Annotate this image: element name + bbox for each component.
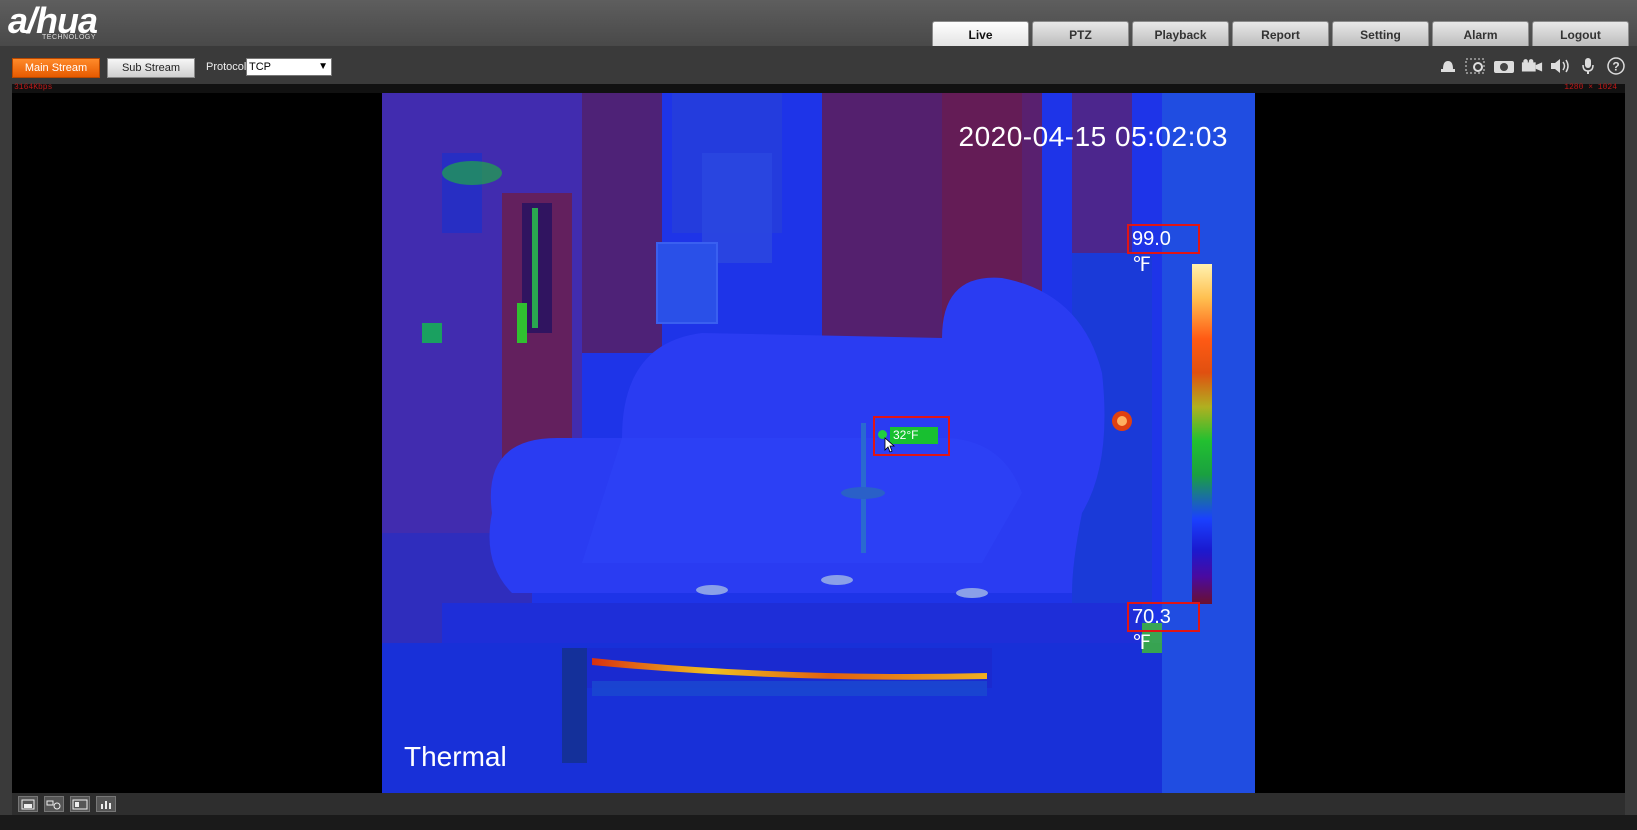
main-stream-button[interactable]: Main Stream <box>12 58 100 78</box>
spot-temp-label: 32°F <box>890 427 938 444</box>
spot-measure-marker[interactable]: 32°F <box>873 416 950 456</box>
logo-subtext: TECHNOLOGY <box>42 34 97 41</box>
tab-setting[interactable]: Setting <box>1332 21 1429 46</box>
record-icon[interactable] <box>1521 56 1543 76</box>
window-mode-icon[interactable] <box>18 796 38 812</box>
snapshot-icon[interactable] <box>1493 56 1515 76</box>
min-temp-readout: 70.3 ℉ <box>1127 602 1200 654</box>
live-toolbar: Main Stream Sub Stream Protocol TCP ▼ ? <box>0 46 1637 82</box>
svg-text:?: ? <box>1612 60 1619 74</box>
protocol-label: Protocol <box>206 61 247 73</box>
tab-logout[interactable]: Logout <box>1532 21 1629 46</box>
bitrate-readout: 3164Kbps <box>14 83 53 92</box>
image-adjust-icon[interactable] <box>70 796 90 812</box>
audio-icon[interactable] <box>1549 56 1571 76</box>
chevron-down-icon: ▼ <box>318 61 328 72</box>
microphone-icon[interactable] <box>1577 56 1599 76</box>
bottom-tool-icons <box>18 796 116 812</box>
osd-channel-name: Thermal <box>404 741 507 772</box>
dahua-logo: a/hua TECHNOLOGY <box>8 2 98 42</box>
live-tool-icons: ? <box>1437 56 1627 76</box>
tab-report[interactable]: Report <box>1232 21 1329 46</box>
thermal-video-feed[interactable]: 2020-04-15 05:02:03 Thermal 99.0 ℉ 70.3 … <box>382 93 1255 793</box>
tab-ptz[interactable]: PTZ <box>1032 21 1129 46</box>
osd-timestamp: 2020-04-15 05:02:03 <box>958 121 1228 152</box>
resolution-readout: 1280 × 1024 <box>1564 83 1617 92</box>
protocol-select[interactable]: TCP ▼ <box>246 58 332 76</box>
video-viewport: 2020-04-15 05:02:03 Thermal 99.0 ℉ 70.3 … <box>12 93 1625 793</box>
main-nav: Live PTZ Playback Report Setting Alarm L… <box>932 21 1629 46</box>
temperature-colorbar <box>1192 264 1212 604</box>
help-icon[interactable]: ? <box>1605 56 1627 76</box>
stream-stats-bar: 3164Kbps 1280 × 1024 <box>12 83 1625 93</box>
thermal-scene <box>382 93 1255 793</box>
sub-stream-button[interactable]: Sub Stream <box>107 58 195 78</box>
histogram-icon[interactable] <box>96 796 116 812</box>
mouse-cursor-icon <box>884 437 896 453</box>
digital-zoom-icon[interactable] <box>1465 56 1487 76</box>
protocol-value: TCP <box>249 61 271 73</box>
tab-playback[interactable]: Playback <box>1132 21 1229 46</box>
video-bottom-toolbar <box>12 793 1625 815</box>
page-footer <box>0 815 1637 830</box>
alarm-output-icon[interactable] <box>1437 56 1459 76</box>
tab-live[interactable]: Live <box>932 21 1029 46</box>
max-temp-readout: 99.0 ℉ <box>1127 224 1200 276</box>
tab-alarm[interactable]: Alarm <box>1432 21 1529 46</box>
rule-config-icon[interactable] <box>44 796 64 812</box>
top-header: a/hua TECHNOLOGY Live PTZ Playback Repor… <box>0 0 1637 46</box>
